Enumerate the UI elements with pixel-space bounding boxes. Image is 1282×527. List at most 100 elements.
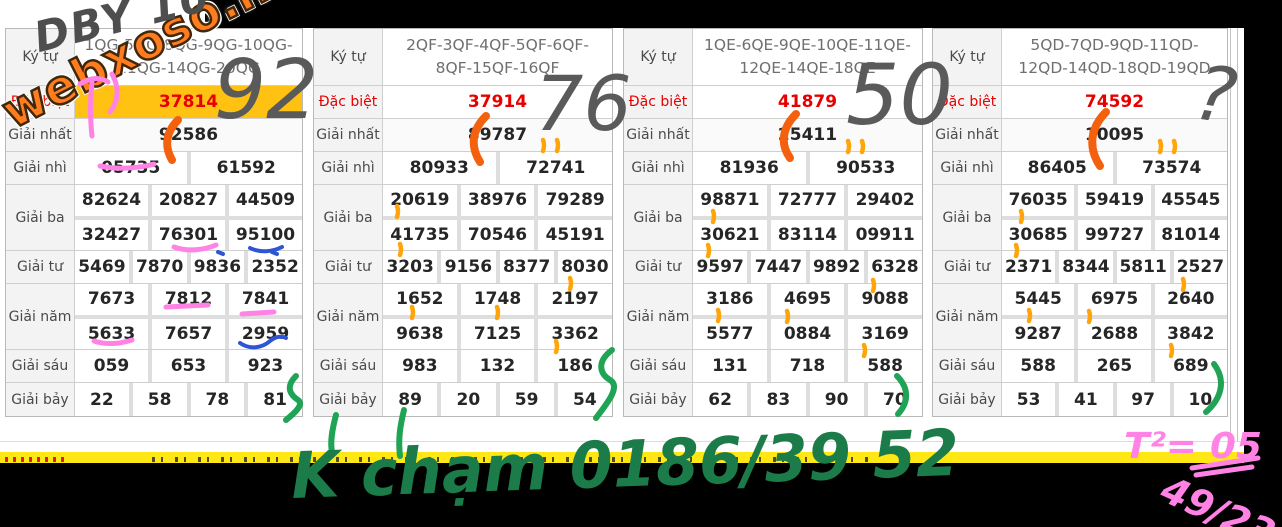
prize-number: 265 — [1078, 350, 1151, 382]
cells-giai-nam: 1652 1748 2197 9638 7125 3362 — [383, 284, 612, 349]
prize-number: 7673 — [75, 284, 148, 315]
prize-number: 2371 — [1002, 251, 1056, 283]
prize-number: 2197 — [538, 284, 612, 315]
label-giai-nam: Giải năm — [624, 284, 693, 349]
right-black-column — [1244, 0, 1282, 527]
clipped-text-dark — [152, 457, 868, 462]
prize-number: 41 — [1059, 383, 1113, 416]
prize-number: 90533 — [809, 152, 922, 184]
prize-number: 05735 — [75, 152, 187, 184]
prize-number: 2640 — [1154, 284, 1227, 315]
row-giai-tu: Giải tư 2371 8344 5811 2527 — [933, 251, 1227, 284]
prize-number: 3169 — [848, 318, 922, 349]
prize-number: 3203 — [383, 251, 438, 283]
prize-number: 8344 — [1059, 251, 1113, 283]
prize-number: 81 — [248, 383, 302, 416]
prize-number: 72777 — [770, 185, 845, 216]
prize-number: 9892 — [809, 251, 864, 283]
prize-number: 45191 — [538, 219, 612, 250]
row-giai-tu: Giải tư 3203 9156 8377 8030 — [314, 251, 612, 284]
row-giai-nam: Giải năm 3186 4695 9088 5577 0884 3169 — [624, 284, 922, 350]
label-giai-ba: Giải ba — [624, 185, 693, 250]
prize-number: 59 — [499, 383, 554, 416]
cells-giai-nam: 3186 4695 9088 5577 0884 3169 — [693, 284, 922, 349]
prize-number: 588 — [1002, 350, 1075, 382]
label-ky-tu: Ký tự — [624, 29, 693, 85]
bottom-black-band — [0, 463, 1282, 527]
cells-giai-tu: 2371 8344 5811 2527 — [1002, 251, 1227, 283]
prize-number: 9287 — [1002, 318, 1075, 349]
value-ky-tu: 5QD-7QD-9QD-11QD-12QD-14QD-18QD-19QD — [1002, 29, 1227, 85]
prize-number: 9088 — [848, 284, 922, 315]
prize-number: 689 — [1154, 350, 1227, 382]
cells-giai-nhi: 86405 73574 — [1002, 152, 1227, 184]
cells-giai-sau: 983 132 186 — [383, 350, 612, 382]
row-giai-ba: Giải ba 20619 38976 79289 41735 70546 45191 — [314, 185, 612, 251]
prize-number: 81014 — [1154, 219, 1227, 250]
page: Ký tự 1QG-5QG-8QG-9QG-10QG-11QG-14QG-20QG… — [0, 0, 1282, 527]
row-giai-nhi: Giải nhì 86405 73574 — [933, 152, 1227, 185]
row-giai-bay: Giải bảy 53 41 97 10 — [933, 383, 1227, 416]
prize-number: 61592 — [190, 152, 302, 184]
label-giai-sau: Giải sáu — [314, 350, 383, 382]
cells-giai-ba: 76035 59419 45545 30685 99727 81014 — [1002, 185, 1227, 250]
prize-number: 32427 — [75, 219, 148, 250]
prize-number: 79289 — [538, 185, 612, 216]
prize-number: 58 — [132, 383, 187, 416]
label-giai-nhi: Giải nhì — [6, 152, 75, 184]
label-ky-tu: Ký tự — [933, 29, 1002, 85]
prize-number: 588 — [848, 350, 922, 382]
prize-number: 5633 — [75, 318, 148, 349]
notice-strip — [0, 452, 1244, 463]
prize-number: 76301 — [152, 219, 225, 250]
row-giai-nhat: Giải nhất 10095 — [933, 119, 1227, 152]
prize-number: 30621 — [693, 219, 767, 250]
cells-giai-tu: 5469 7870 9836 2352 — [75, 251, 302, 283]
row-giai-sau: Giải sáu 588 265 689 — [933, 350, 1227, 383]
scrollbar-line — [1237, 28, 1238, 441]
row-giai-nam: Giải năm 5445 6975 2640 9287 2688 3842 — [933, 284, 1227, 350]
prize-number: 70 — [867, 383, 922, 416]
label-giai-nam: Giải năm — [933, 284, 1002, 349]
prize-number: 131 — [693, 350, 767, 382]
prize-number: 45545 — [1154, 185, 1227, 216]
scrollbar-track[interactable] — [1228, 28, 1242, 441]
cells-giai-nam: 5445 6975 2640 9287 2688 3842 — [1002, 284, 1227, 349]
prize-number: 9836 — [190, 251, 245, 283]
row-giai-tu: Giải tư 5469 7870 9836 2352 — [6, 251, 302, 284]
label-giai-nhat: Giải nhất — [624, 119, 693, 151]
prize-number: 78 — [190, 383, 245, 416]
row-giai-nhat: Giải nhất 25411 — [624, 119, 922, 152]
prize-number: 62 — [693, 383, 748, 416]
row-giai-sau: Giải sáu 059 653 923 — [6, 350, 302, 383]
label-giai-sau: Giải sáu — [933, 350, 1002, 382]
cells-giai-bay: 89 20 59 54 — [383, 383, 612, 416]
prize-number: 2527 — [1173, 251, 1227, 283]
value-ky-tu: 2QF-3QF-4QF-5QF-6QF-8QF-15QF-16QF — [383, 29, 612, 85]
row-giai-tu: Giải tư 9597 7447 9892 6328 — [624, 251, 922, 284]
cells-giai-bay: 62 83 90 70 — [693, 383, 922, 416]
prize-number: 1748 — [460, 284, 535, 315]
row-giai-nhi: Giải nhì 05735 61592 — [6, 152, 302, 185]
row-giai-ba: Giải ba 98871 72777 29402 30621 83114 09911 — [624, 185, 922, 251]
prize-number: 2352 — [248, 251, 302, 283]
value-giai-nhat: 89787 — [383, 119, 612, 151]
prize-number: 86405 — [1002, 152, 1113, 184]
cells-giai-nhi: 81936 90533 — [693, 152, 922, 184]
prize-number: 9156 — [441, 251, 496, 283]
label-giai-bay: Giải bảy — [624, 383, 693, 416]
results-table-2: Ký tự 2QF-3QF-4QF-5QF-6QF-8QF-15QF-16QF Đặ… — [313, 28, 613, 417]
label-giai-tu: Giải tư — [933, 251, 1002, 283]
prize-number: 44509 — [229, 185, 302, 216]
prize-number: 90 — [809, 383, 864, 416]
cells-giai-sau: 131 718 588 — [693, 350, 922, 382]
row-dac-biet: Đặc biệt 37914 — [314, 86, 612, 119]
prize-number: 10 — [1173, 383, 1227, 416]
row-giai-nam: Giải năm 7673 7812 7841 5633 7657 2959 — [6, 284, 302, 350]
prize-number: 83 — [751, 383, 806, 416]
prize-number: 2688 — [1078, 318, 1151, 349]
cells-giai-tu: 9597 7447 9892 6328 — [693, 251, 922, 283]
prize-number: 99727 — [1078, 219, 1151, 250]
prize-number: 38976 — [460, 185, 535, 216]
prize-number: 6975 — [1078, 284, 1151, 315]
